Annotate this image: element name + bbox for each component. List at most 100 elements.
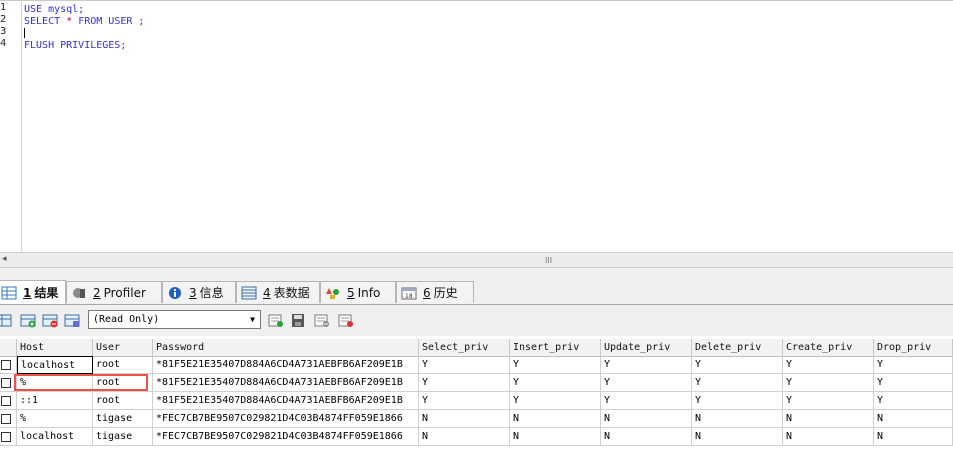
table-cell[interactable]: Y bbox=[601, 374, 692, 392]
tab-label: Profiler bbox=[103, 285, 146, 300]
table-cell[interactable]: N bbox=[601, 428, 692, 446]
table-cell[interactable]: Y bbox=[874, 392, 953, 410]
tab-profiler[interactable]: 2 Profiler bbox=[66, 281, 162, 303]
delete-row-icon[interactable] bbox=[42, 313, 58, 328]
table-cell[interactable]: Y bbox=[510, 374, 601, 392]
horizontal-scrollbar[interactable]: ◂ III bbox=[0, 252, 953, 268]
table-cell[interactable]: *FEC7CB7BE9507C029821D4C03B4874FF059E186… bbox=[153, 428, 419, 446]
tab-number: 3 bbox=[189, 285, 197, 300]
table-cell[interactable]: root bbox=[93, 392, 153, 410]
scroll-left-arrow-icon[interactable]: ◂ bbox=[2, 254, 7, 264]
column-header[interactable]: Password bbox=[153, 339, 419, 357]
tab-info[interactable]: 5 Info bbox=[320, 281, 396, 303]
save-disk-icon[interactable] bbox=[290, 313, 306, 328]
table-cell[interactable]: Y bbox=[874, 374, 953, 392]
row-selector[interactable] bbox=[0, 356, 17, 374]
column-header[interactable]: Select_priv bbox=[419, 339, 510, 357]
table-cell[interactable]: Y bbox=[510, 356, 601, 374]
table-row[interactable]: localhost root *81F5E21E35407D884A6CD4A731… bbox=[0, 356, 953, 374]
cancel-changes-icon[interactable] bbox=[338, 313, 354, 328]
table-cell[interactable]: Y bbox=[692, 392, 783, 410]
delete-record-icon[interactable] bbox=[314, 313, 330, 328]
table-cell[interactable]: *81F5E21E35407D884A6CD4A731AEBFB6AF209E1… bbox=[153, 392, 419, 410]
column-header[interactable]: Insert_priv bbox=[510, 339, 601, 357]
row-selector-header bbox=[0, 339, 17, 357]
sql-editor[interactable]: 1 2 3 4 USE mysql; SELECT * FROM USER ; … bbox=[0, 0, 953, 253]
table-cell[interactable]: N bbox=[783, 428, 874, 446]
table-cell[interactable]: Y bbox=[510, 392, 601, 410]
table-cell[interactable]: N bbox=[601, 410, 692, 428]
row-selector[interactable] bbox=[0, 392, 17, 410]
table-cell[interactable]: Y bbox=[419, 392, 510, 410]
row-selector[interactable] bbox=[0, 428, 17, 446]
info-shapes-icon bbox=[326, 287, 339, 299]
table-cell[interactable]: Y bbox=[419, 356, 510, 374]
svg-text:18: 18 bbox=[405, 293, 413, 300]
column-header[interactable]: Host bbox=[17, 339, 93, 357]
table-cell[interactable]: N bbox=[419, 410, 510, 428]
table-cell[interactable]: *FEC7CB7BE9507C029821D4C03B4874FF059E186… bbox=[153, 410, 419, 428]
table-row[interactable]: % tigase *FEC7CB7BE9507C029821D4C03B4874FF… bbox=[0, 410, 953, 428]
profiler-icon bbox=[73, 287, 85, 298]
table-cell[interactable]: Y bbox=[783, 356, 874, 374]
scroll-grip-icon[interactable]: III bbox=[545, 256, 552, 265]
tab-history[interactable]: 18 6 历史 bbox=[396, 281, 474, 303]
table-cell[interactable]: % bbox=[17, 410, 93, 428]
code-line-1: USE mysql; bbox=[24, 4, 85, 15]
table-cell[interactable]: Y bbox=[692, 356, 783, 374]
tab-table-data[interactable]: 4 表数据 bbox=[236, 281, 320, 303]
column-header[interactable]: Delete_priv bbox=[692, 339, 783, 357]
row-checkbox[interactable] bbox=[1, 360, 11, 370]
table-row[interactable]: ::1 root *81F5E21E35407D884A6CD4A731AEBFB6… bbox=[0, 392, 953, 410]
table-cell[interactable]: N bbox=[783, 410, 874, 428]
grid-mode-select[interactable]: (Read Only) ▼ bbox=[88, 310, 261, 329]
table-cell[interactable]: tigase bbox=[93, 410, 153, 428]
table-cell[interactable]: N bbox=[510, 410, 601, 428]
column-header[interactable]: User bbox=[93, 339, 153, 357]
results-grid[interactable]: Host User Password Select_priv Insert_pr… bbox=[0, 339, 953, 459]
table-row[interactable]: localhost tigase *FEC7CB7BE9507C029821D4C0… bbox=[0, 428, 953, 446]
insert-row-icon[interactable] bbox=[20, 313, 36, 328]
row-checkbox[interactable] bbox=[1, 396, 11, 406]
column-header[interactable]: Update_priv bbox=[601, 339, 692, 357]
form-view-icon[interactable] bbox=[268, 313, 284, 328]
table-cell[interactable]: N bbox=[874, 428, 953, 446]
column-header[interactable]: Create_priv bbox=[783, 339, 874, 357]
export-grid-icon[interactable] bbox=[0, 313, 12, 328]
table-cell[interactable]: Y bbox=[419, 374, 510, 392]
table-cell[interactable]: *81F5E21E35407D884A6CD4A731AEBFB6AF209E1… bbox=[153, 374, 419, 392]
table-cell[interactable]: localhost bbox=[17, 428, 93, 446]
table-cell[interactable]: N bbox=[874, 410, 953, 428]
code-area[interactable]: USE mysql; SELECT * FROM USER ; FLUSH PR… bbox=[24, 4, 144, 52]
table-cell[interactable]: Y bbox=[601, 356, 692, 374]
table-cell[interactable]: N bbox=[510, 428, 601, 446]
column-header[interactable]: Drop_priv bbox=[874, 339, 953, 357]
table-cell[interactable]: Y bbox=[783, 374, 874, 392]
table-cell[interactable]: Y bbox=[874, 356, 953, 374]
table-cell[interactable]: Y bbox=[783, 392, 874, 410]
table-cell[interactable]: N bbox=[692, 410, 783, 428]
row-checkbox[interactable] bbox=[1, 378, 11, 388]
row-checkbox[interactable] bbox=[1, 432, 11, 442]
table-cell[interactable]: localhost bbox=[17, 356, 93, 374]
panel-splitter[interactable] bbox=[0, 268, 953, 280]
table-cell[interactable]: Y bbox=[601, 392, 692, 410]
table-cell[interactable]: tigase bbox=[93, 428, 153, 446]
table-cell[interactable]: N bbox=[692, 428, 783, 446]
tab-number: 4 bbox=[263, 285, 271, 300]
save-changes-icon[interactable] bbox=[64, 313, 80, 328]
table-cell[interactable]: N bbox=[419, 428, 510, 446]
info-icon bbox=[169, 286, 181, 299]
table-cell[interactable]: root bbox=[93, 356, 153, 374]
table-data-icon bbox=[241, 286, 257, 299]
table-cell[interactable]: *81F5E21E35407D884A6CD4A731AEBFB6AF209E1… bbox=[153, 356, 419, 374]
tab-label: Info bbox=[357, 285, 381, 300]
table-cell[interactable]: ::1 bbox=[17, 392, 93, 410]
chevron-down-icon[interactable]: ▼ bbox=[245, 311, 260, 328]
row-checkbox[interactable] bbox=[1, 414, 11, 424]
tab-results[interactable]: 1 结果 bbox=[0, 280, 66, 304]
grid-icon bbox=[1, 286, 17, 299]
tab-messages[interactable]: 3 信息 bbox=[162, 281, 236, 303]
table-cell[interactable]: Y bbox=[692, 374, 783, 392]
row-selector[interactable] bbox=[0, 410, 17, 428]
